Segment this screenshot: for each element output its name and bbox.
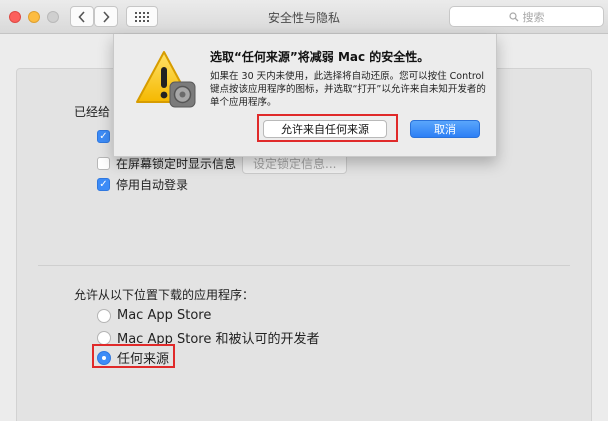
search-field[interactable]: 搜索 <box>449 6 604 27</box>
disable-autologin-checkbox[interactable]: ✓ <box>97 178 110 191</box>
dialog-title: 选取“任何来源”将减弱 Mac 的安全性。 <box>210 50 430 64</box>
highlight-allow-box <box>257 114 398 142</box>
disable-autologin-label: 停用自动登录 <box>116 178 189 192</box>
show-message-label: 在屏幕锁定时显示信息 <box>116 157 237 171</box>
search-placeholder: 搜索 <box>522 10 545 24</box>
highlight-anywhere-box <box>92 344 175 368</box>
radio-mac-app-store[interactable]: Mac App Store <box>97 308 211 323</box>
disable-autologin-row[interactable]: ✓ 停用自动登录 <box>97 176 188 193</box>
downloads-heading: 允许从以下位置下载的应用程序： <box>74 288 255 302</box>
system-preferences-icon <box>169 81 196 108</box>
warning-icon <box>136 51 196 108</box>
login-password-label: 已经给 <box>74 105 111 119</box>
radio-button[interactable] <box>97 330 111 345</box>
section-divider <box>38 265 570 266</box>
show-message-checkbox[interactable] <box>97 157 110 170</box>
title-bar: 安全性与隐私 搜索 <box>0 0 608 34</box>
radio-button[interactable] <box>97 308 111 323</box>
require-password-row[interactable]: ✓ <box>97 130 110 143</box>
radio-label: Mac App Store <box>117 308 212 323</box>
cancel-button[interactable]: 取消 <box>410 120 480 138</box>
require-password-checkbox[interactable]: ✓ <box>97 130 110 143</box>
search-icon <box>508 11 518 21</box>
dialog-message: 如果在 30 天内未使用，此选择将自动还原。您可以按住 Control 键点按该… <box>210 71 486 108</box>
